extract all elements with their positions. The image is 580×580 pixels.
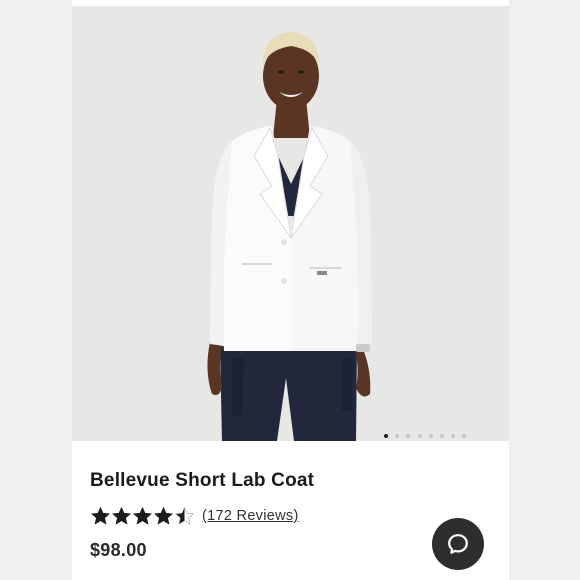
product-title: Bellevue Short Lab Coat bbox=[90, 470, 315, 491]
model-illustration bbox=[72, 6, 509, 441]
star-icon bbox=[132, 506, 153, 525]
carousel-dot[interactable] bbox=[395, 434, 400, 438]
star-icon bbox=[174, 506, 195, 525]
image-carousel-indicator bbox=[384, 434, 467, 440]
carousel-dot[interactable] bbox=[439, 434, 444, 438]
product-image[interactable] bbox=[72, 6, 509, 441]
carousel-dot[interactable] bbox=[451, 434, 456, 438]
reviews-link[interactable]: (172 Reviews) bbox=[202, 508, 299, 524]
star-icon bbox=[111, 506, 132, 525]
carousel-dot[interactable] bbox=[428, 434, 433, 438]
product-card: Bellevue Short Lab Coat (172 Reviews) $9… bbox=[72, 0, 509, 580]
carousel-dot[interactable] bbox=[384, 434, 388, 438]
product-price: $98.00 bbox=[90, 540, 147, 560]
star-icon bbox=[153, 506, 174, 525]
chat-bubble-icon bbox=[448, 534, 468, 554]
carousel-dot[interactable] bbox=[417, 434, 422, 438]
chat-button[interactable] bbox=[432, 518, 484, 570]
rating-stars bbox=[90, 506, 195, 526]
product-rating: (172 Reviews) bbox=[90, 505, 299, 527]
carousel-dot[interactable] bbox=[406, 434, 411, 438]
carousel-dot[interactable] bbox=[462, 434, 467, 438]
star-icon bbox=[90, 506, 111, 525]
